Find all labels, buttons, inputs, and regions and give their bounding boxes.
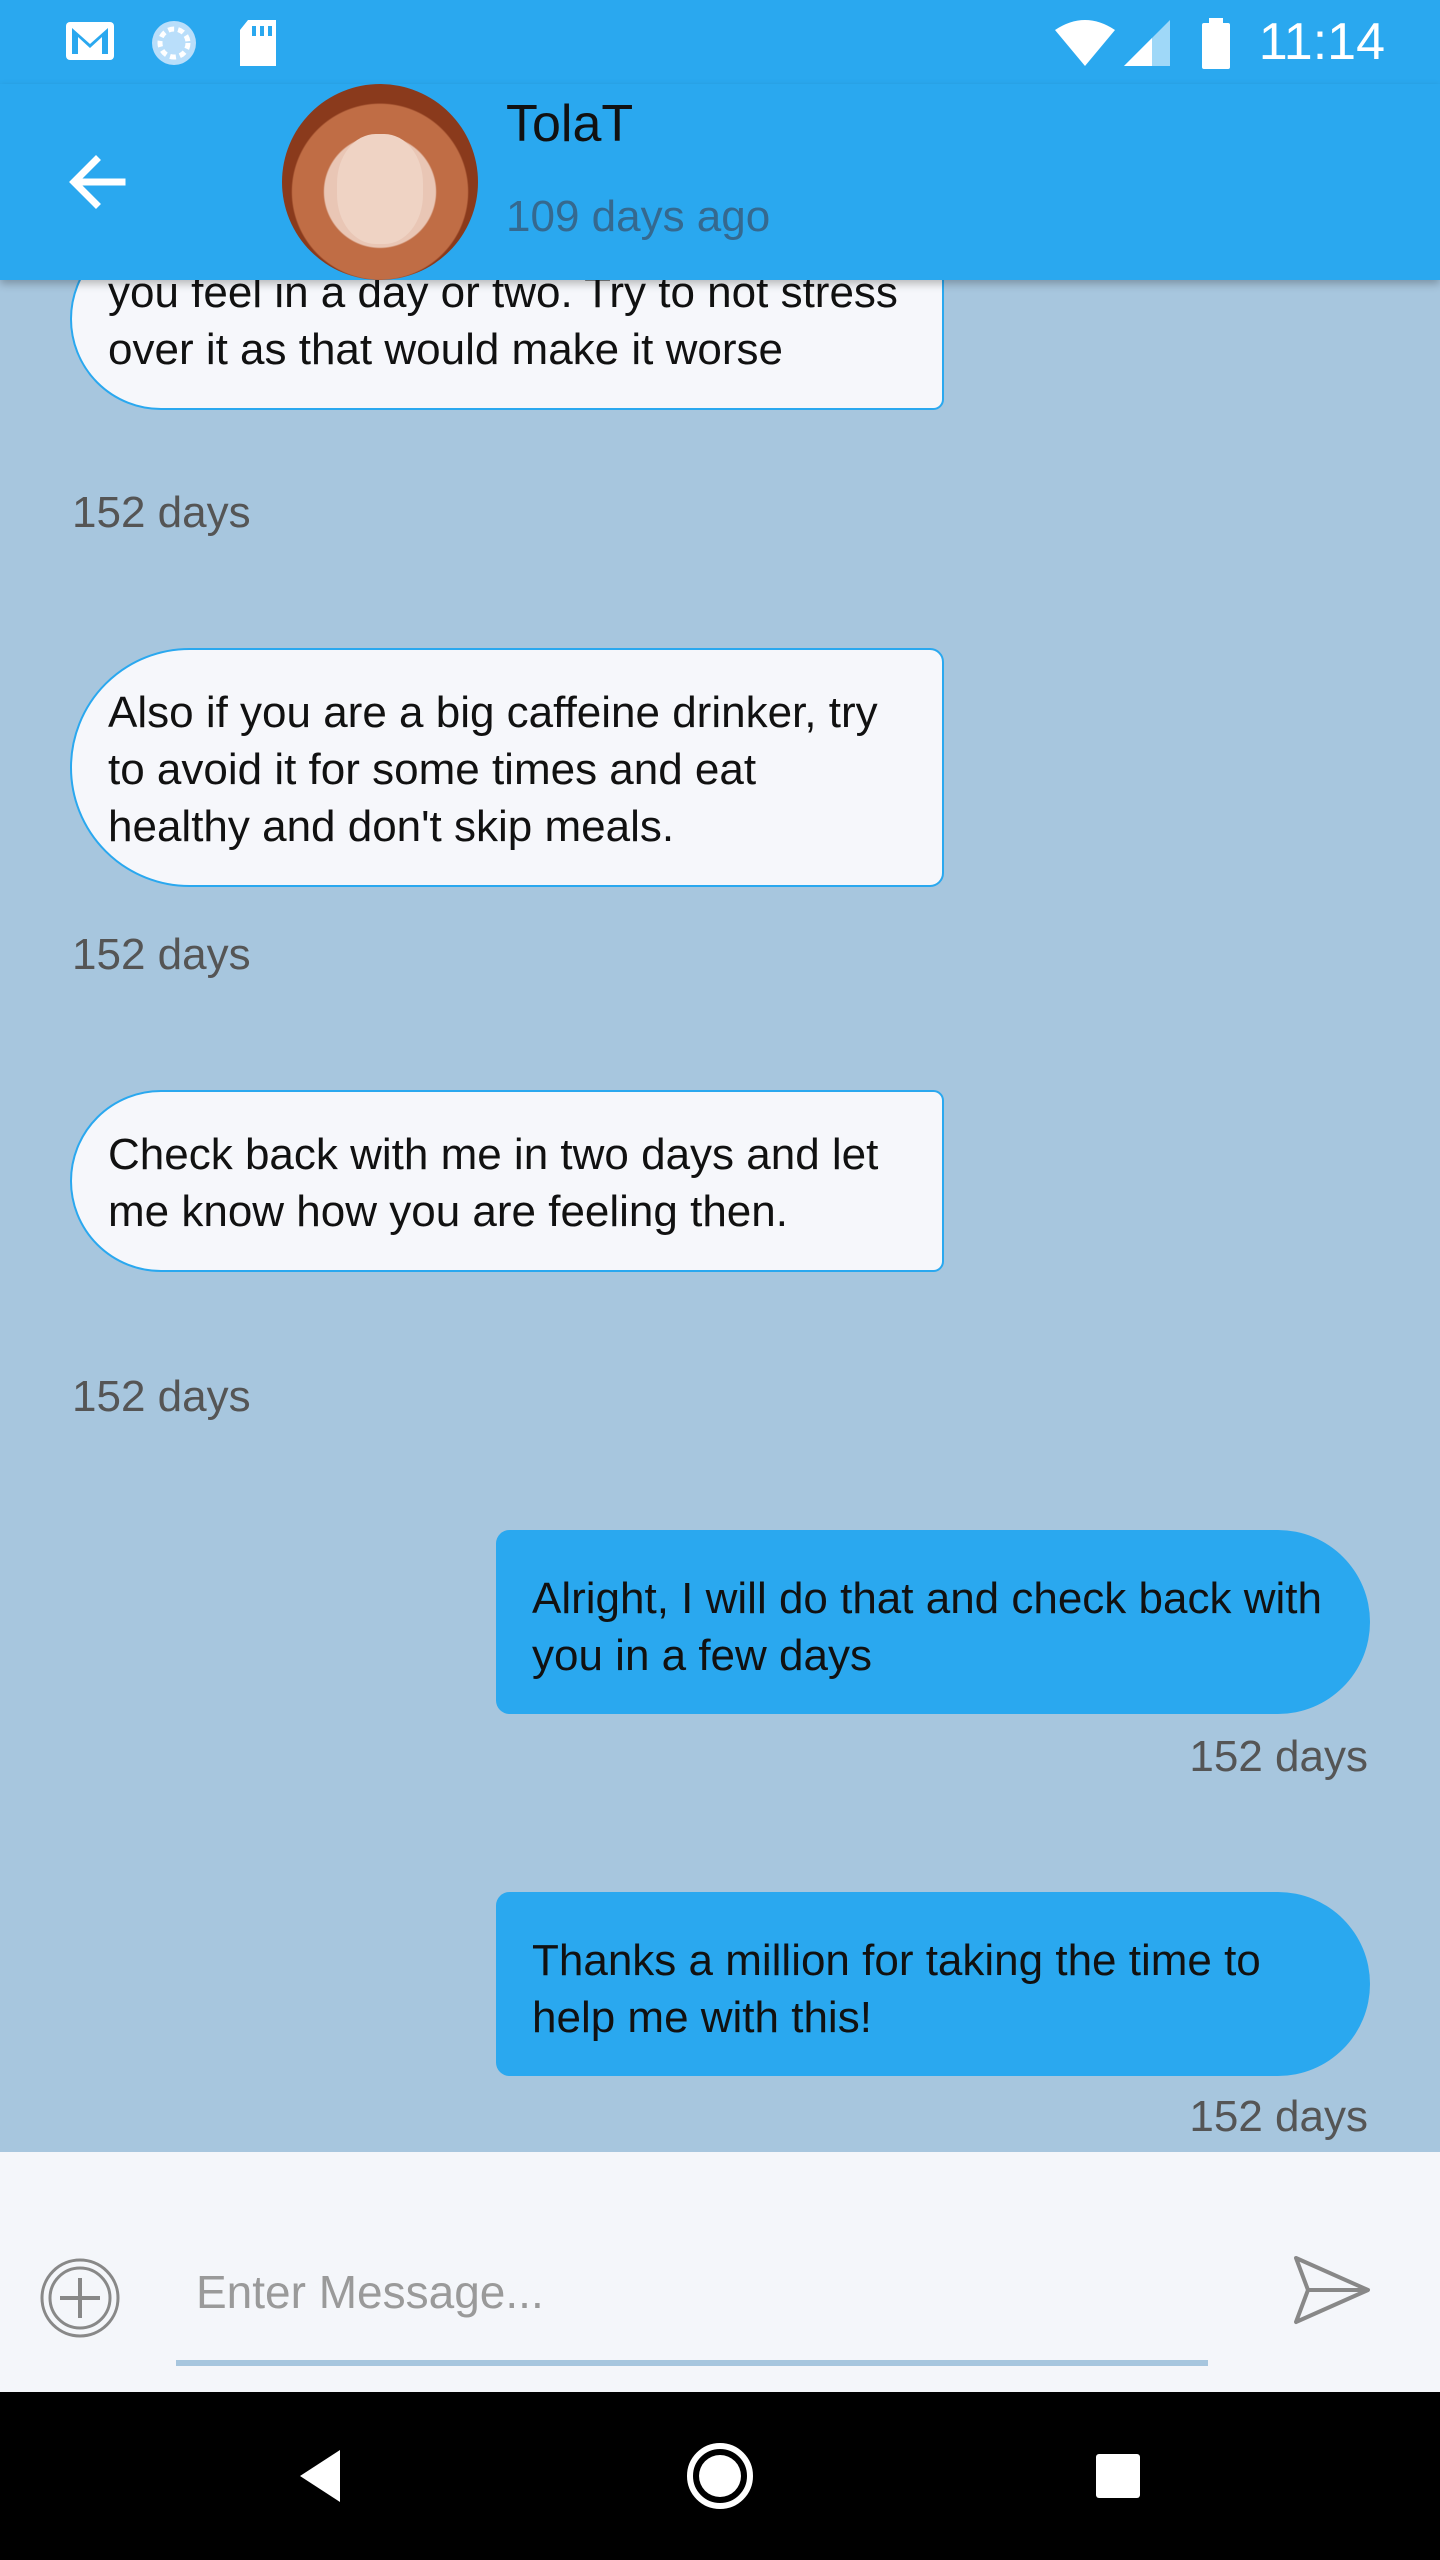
send-icon[interactable]	[1290, 2248, 1374, 2332]
message-time: 152 days	[72, 488, 251, 537]
message-bubble-incoming: Check back with me in two days and let m…	[70, 1090, 944, 1272]
message-composer	[0, 2152, 1440, 2392]
message-bubble-outgoing: Alright, I will do that and check back w…	[496, 1530, 1370, 1714]
status-time: 11:14	[1258, 13, 1385, 71]
back-nav-icon[interactable]	[282, 2436, 362, 2516]
message-time: 152 days	[1189, 1732, 1368, 1781]
system-nav-bar	[0, 2392, 1440, 2560]
status-bar: 11:14	[0, 0, 1440, 84]
message-time: 152 days	[72, 1372, 251, 1421]
contact-name: TolaT	[506, 95, 634, 153]
avatar-face	[337, 134, 423, 244]
avatar[interactable]	[282, 84, 478, 280]
sd-card-icon	[240, 20, 276, 66]
battery-icon	[1202, 18, 1230, 69]
message-time: 152 days	[1189, 2092, 1368, 2141]
message-time: 152 days	[72, 930, 251, 979]
arrow-left-icon[interactable]	[60, 144, 136, 220]
message-input[interactable]	[176, 2252, 1208, 2332]
message-bubble-incoming: Also if you are a big caffeine drinker, …	[70, 648, 944, 887]
home-nav-icon[interactable]	[680, 2436, 760, 2516]
sync-icon	[152, 21, 196, 65]
message-bubble-outgoing: Thanks a million for taking the time to …	[496, 1892, 1370, 2076]
plus-circle-icon[interactable]	[38, 2256, 122, 2340]
message-list[interactable]: you feel in a day or two. Try to not str…	[0, 280, 1440, 2152]
input-underline	[176, 2360, 1208, 2366]
gmail-icon	[66, 22, 114, 60]
last-seen: 109 days ago	[506, 192, 771, 241]
recents-nav-icon[interactable]	[1078, 2436, 1158, 2516]
signal-icon	[1124, 20, 1170, 66]
chat-header: TolaT 109 days ago	[0, 84, 1440, 280]
wifi-icon	[1055, 20, 1115, 66]
message-bubble-incoming: you feel in a day or two. Try to not str…	[70, 280, 944, 410]
